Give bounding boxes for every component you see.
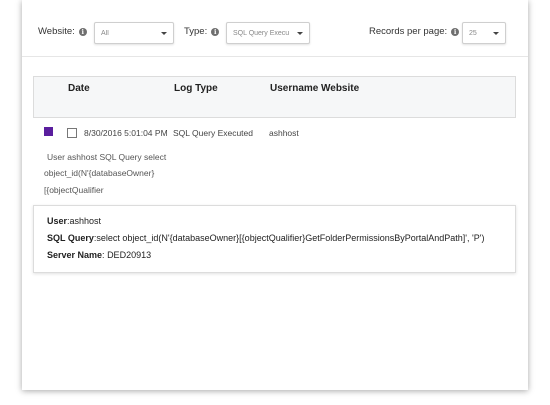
website-filter-label: Website: i [38,26,87,37]
row-select-checkbox[interactable] [67,128,77,138]
row-username: ashhost [269,128,299,138]
website-select[interactable]: All [94,22,174,44]
log-viewer-panel: Website: i All Type: i SQL Query Execu R… [22,0,528,390]
filter-bar: Website: i All Type: i SQL Query Execu R… [22,0,528,57]
log-table-header: Date Log Type Username Website [33,76,516,118]
log-detail-box: User:ashhost SQL Query:select object_id(… [33,205,516,273]
type-select[interactable]: SQL Query Execu [226,22,310,44]
log-type-color-indicator [44,127,53,136]
column-log-type[interactable]: Log Type [174,83,218,94]
row-preview-line-2: object_id(N'{databaseOwner} [44,168,155,178]
website-select-value: All [101,30,109,37]
type-select-value: SQL Query Execu [233,30,290,37]
detail-user: User:ashhost [47,216,102,226]
row-preview-line-1: User ashhost SQL Query select [47,152,167,162]
detail-server-name: Server Name: DED20913 [47,250,152,260]
row-preview-line-3: [{objectQualifier [44,185,104,195]
column-username[interactable]: Username [270,83,318,94]
chevron-down-icon [161,32,167,35]
type-filter-label: Type: i [184,26,220,37]
row-date: 8/30/2016 5:01:04 PM [84,128,168,138]
website-info-icon[interactable]: i [78,27,87,36]
chevron-down-icon [297,32,303,35]
chevron-down-icon [493,32,499,35]
type-info-icon[interactable]: i [211,27,220,36]
records-info-icon[interactable]: i [451,27,460,36]
column-website[interactable]: Website [321,83,359,94]
column-date[interactable]: Date [68,83,90,94]
records-per-page-label: Records per page: i [369,26,460,37]
row-log-type: SQL Query Executed [173,128,254,138]
records-select-value: 25 [469,30,477,37]
records-per-page-select[interactable]: 25 [462,22,506,44]
detail-sql-query: SQL Query:select object_id(N'{databaseOw… [47,233,485,243]
